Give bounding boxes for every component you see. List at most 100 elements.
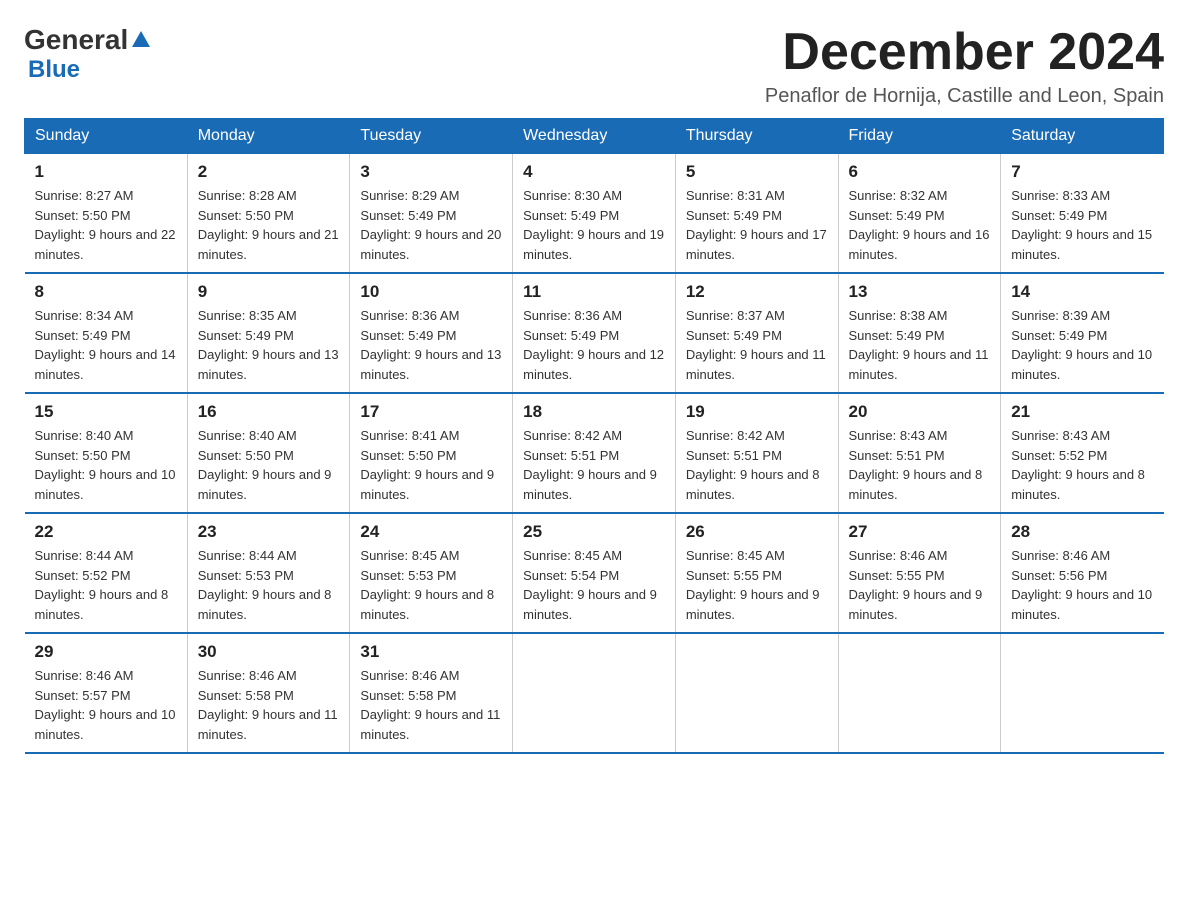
day-info: Sunrise: 8:35 AMSunset: 5:49 PMDaylight:… (198, 306, 340, 384)
daylight-text: Daylight: 9 hours and 9 minutes. (849, 585, 991, 624)
calendar-day-cell: 3Sunrise: 8:29 AMSunset: 5:49 PMDaylight… (350, 154, 513, 274)
daylight-text: Daylight: 9 hours and 9 minutes. (198, 465, 340, 504)
day-of-week-header: Saturday (1001, 119, 1164, 154)
day-number: 3 (360, 162, 502, 182)
sunrise-text: Sunrise: 8:45 AM (360, 546, 502, 566)
day-number: 23 (198, 522, 340, 542)
sunset-text: Sunset: 5:57 PM (35, 686, 177, 706)
sunset-text: Sunset: 5:49 PM (523, 206, 665, 226)
sunrise-text: Sunrise: 8:44 AM (35, 546, 177, 566)
daylight-text: Daylight: 9 hours and 10 minutes. (35, 705, 177, 744)
sunset-text: Sunset: 5:49 PM (849, 326, 991, 346)
daylight-text: Daylight: 9 hours and 8 minutes. (198, 585, 340, 624)
day-info: Sunrise: 8:30 AMSunset: 5:49 PMDaylight:… (523, 186, 665, 264)
sunset-text: Sunset: 5:50 PM (35, 206, 177, 226)
day-number: 29 (35, 642, 177, 662)
sunrise-text: Sunrise: 8:46 AM (1011, 546, 1153, 566)
day-info: Sunrise: 8:33 AMSunset: 5:49 PMDaylight:… (1011, 186, 1153, 264)
daylight-text: Daylight: 9 hours and 13 minutes. (198, 345, 340, 384)
day-number: 10 (360, 282, 502, 302)
calendar-day-cell: 4Sunrise: 8:30 AMSunset: 5:49 PMDaylight… (513, 154, 676, 274)
sunrise-text: Sunrise: 8:42 AM (523, 426, 665, 446)
day-info: Sunrise: 8:34 AMSunset: 5:49 PMDaylight:… (35, 306, 177, 384)
calendar-day-cell: 17 Sunrise: 8:41 AMSunset: 5:50 PMDayligh… (350, 393, 513, 513)
calendar-day-cell: 9 Sunrise: 8:35 AMSunset: 5:49 PMDaylight… (187, 273, 350, 393)
day-info: Sunrise: 8:27 AMSunset: 5:50 PMDaylight:… (35, 186, 177, 264)
sunset-text: Sunset: 5:56 PM (1011, 566, 1153, 586)
calendar-day-cell: 29Sunrise: 8:46 AMSunset: 5:57 PMDayligh… (25, 633, 188, 753)
sunset-text: Sunset: 5:52 PM (1011, 446, 1153, 466)
calendar-day-cell (675, 633, 838, 753)
day-info: Sunrise: 8:36 AMSunset: 5:49 PMDaylight:… (360, 306, 502, 384)
day-number: 7 (1011, 162, 1153, 182)
day-info: Sunrise: 8:32 AMSunset: 5:49 PMDaylight:… (849, 186, 991, 264)
sunrise-text: Sunrise: 8:35 AM (198, 306, 340, 326)
day-number: 9 (198, 282, 340, 302)
daylight-text: Daylight: 9 hours and 11 minutes. (360, 705, 502, 744)
day-info: Sunrise: 8:46 AMSunset: 5:58 PMDaylight:… (360, 666, 502, 744)
day-info: Sunrise: 8:44 AMSunset: 5:53 PMDaylight:… (198, 546, 340, 624)
title-section: December 2024 Penaflor de Hornija, Casti… (765, 24, 1164, 108)
sunset-text: Sunset: 5:49 PM (686, 206, 828, 226)
sunset-text: Sunset: 5:49 PM (686, 326, 828, 346)
sunset-text: Sunset: 5:55 PM (849, 566, 991, 586)
calendar-day-cell: 12Sunrise: 8:37 AMSunset: 5:49 PMDayligh… (675, 273, 838, 393)
daylight-text: Daylight: 9 hours and 14 minutes. (35, 345, 177, 384)
calendar-week-row: 22Sunrise: 8:44 AMSunset: 5:52 PMDayligh… (25, 513, 1164, 633)
day-info: Sunrise: 8:37 AMSunset: 5:49 PMDaylight:… (686, 306, 828, 384)
sunrise-text: Sunrise: 8:46 AM (849, 546, 991, 566)
daylight-text: Daylight: 9 hours and 15 minutes. (1011, 225, 1153, 264)
day-info: Sunrise: 8:40 AMSunset: 5:50 PMDaylight:… (198, 426, 340, 504)
sunrise-text: Sunrise: 8:34 AM (35, 306, 177, 326)
day-info: Sunrise: 8:45 AMSunset: 5:53 PMDaylight:… (360, 546, 502, 624)
logo-general-text: General (24, 24, 128, 56)
sunrise-text: Sunrise: 8:46 AM (360, 666, 502, 686)
sunset-text: Sunset: 5:54 PM (523, 566, 665, 586)
sunset-text: Sunset: 5:51 PM (523, 446, 665, 466)
day-number: 1 (35, 162, 177, 182)
sunset-text: Sunset: 5:50 PM (35, 446, 177, 466)
calendar-day-cell: 24Sunrise: 8:45 AMSunset: 5:53 PMDayligh… (350, 513, 513, 633)
day-number: 22 (35, 522, 177, 542)
sunset-text: Sunset: 5:58 PM (198, 686, 340, 706)
daylight-text: Daylight: 9 hours and 16 minutes. (849, 225, 991, 264)
sunset-text: Sunset: 5:50 PM (198, 446, 340, 466)
sunset-text: Sunset: 5:50 PM (360, 446, 502, 466)
day-number: 13 (849, 282, 991, 302)
sunrise-text: Sunrise: 8:28 AM (198, 186, 340, 206)
sunset-text: Sunset: 5:50 PM (198, 206, 340, 226)
calendar-day-cell (513, 633, 676, 753)
calendar-day-cell: 14Sunrise: 8:39 AMSunset: 5:49 PMDayligh… (1001, 273, 1164, 393)
calendar-day-cell: 1 Sunrise: 8:27 AMSunset: 5:50 PMDaylight… (25, 154, 188, 274)
calendar-table: SundayMondayTuesdayWednesdayThursdayFrid… (24, 118, 1164, 754)
day-of-week-header: Sunday (25, 119, 188, 154)
day-number: 5 (686, 162, 828, 182)
calendar-day-cell: 7 Sunrise: 8:33 AMSunset: 5:49 PMDaylight… (1001, 154, 1164, 274)
sunrise-text: Sunrise: 8:36 AM (523, 306, 665, 326)
daylight-text: Daylight: 9 hours and 8 minutes. (1011, 465, 1153, 504)
day-number: 17 (360, 402, 502, 422)
daylight-text: Daylight: 9 hours and 8 minutes. (35, 585, 177, 624)
day-number: 30 (198, 642, 340, 662)
day-info: Sunrise: 8:43 AMSunset: 5:52 PMDaylight:… (1011, 426, 1153, 504)
calendar-week-row: 29Sunrise: 8:46 AMSunset: 5:57 PMDayligh… (25, 633, 1164, 753)
daylight-text: Daylight: 9 hours and 9 minutes. (523, 585, 665, 624)
day-info: Sunrise: 8:46 AMSunset: 5:55 PMDaylight:… (849, 546, 991, 624)
sunrise-text: Sunrise: 8:43 AM (849, 426, 991, 446)
sunset-text: Sunset: 5:49 PM (35, 326, 177, 346)
calendar-header-row: SundayMondayTuesdayWednesdayThursdayFrid… (25, 119, 1164, 154)
day-info: Sunrise: 8:41 AMSunset: 5:50 PMDaylight:… (360, 426, 502, 504)
sunset-text: Sunset: 5:49 PM (1011, 326, 1153, 346)
day-number: 16 (198, 402, 340, 422)
calendar-day-cell: 5Sunrise: 8:31 AMSunset: 5:49 PMDaylight… (675, 154, 838, 274)
daylight-text: Daylight: 9 hours and 10 minutes. (1011, 345, 1153, 384)
calendar-day-cell: 21Sunrise: 8:43 AMSunset: 5:52 PMDayligh… (1001, 393, 1164, 513)
day-info: Sunrise: 8:42 AMSunset: 5:51 PMDaylight:… (686, 426, 828, 504)
day-info: Sunrise: 8:43 AMSunset: 5:51 PMDaylight:… (849, 426, 991, 504)
day-number: 15 (35, 402, 177, 422)
sunrise-text: Sunrise: 8:45 AM (686, 546, 828, 566)
daylight-text: Daylight: 9 hours and 13 minutes. (360, 345, 502, 384)
sunrise-text: Sunrise: 8:37 AM (686, 306, 828, 326)
sunrise-text: Sunrise: 8:43 AM (1011, 426, 1153, 446)
sunrise-text: Sunrise: 8:30 AM (523, 186, 665, 206)
